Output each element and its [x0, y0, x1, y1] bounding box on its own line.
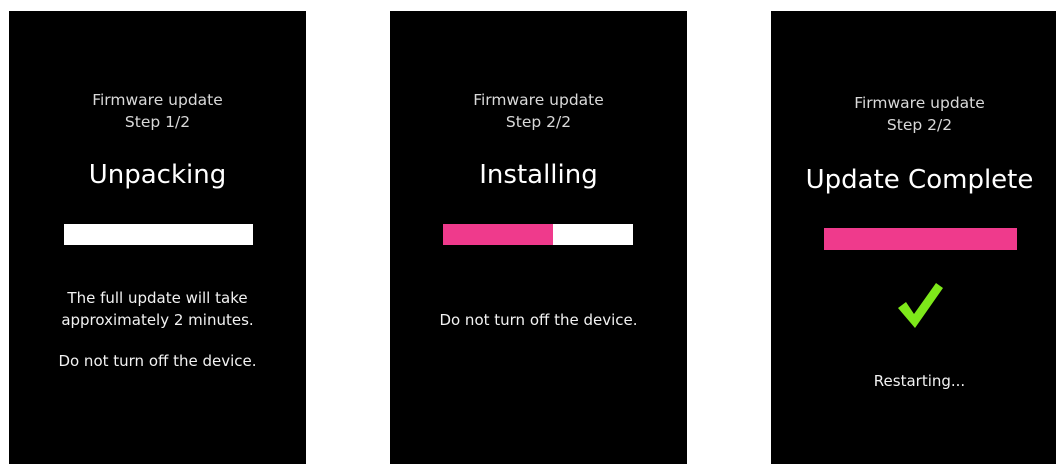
firmware-update-screen-unpacking: Firmware update Step 1/2 Unpacking The f… — [9, 11, 306, 464]
progress-bar — [824, 228, 1017, 250]
progress-bar-fill — [824, 228, 1017, 250]
restarting-message: Restarting... — [873, 372, 966, 390]
firmware-update-screen-complete: Firmware update Step 2/2 Update Complete… — [771, 11, 1056, 464]
firmware-update-title: Firmware update — [92, 91, 223, 109]
firmware-update-title: Firmware update — [854, 94, 985, 112]
screen-header: Firmware update Step 2/2 — [390, 89, 687, 133]
progress-bar — [443, 224, 633, 245]
firmware-update-screen-installing: Firmware update Step 2/2 Installing Do n… — [390, 11, 687, 464]
progress-bar-fill — [443, 224, 554, 245]
status-title: Installing — [479, 160, 598, 190]
duration-message: The full update will take approximately … — [61, 289, 254, 329]
status-title: Unpacking — [88, 160, 227, 190]
step-indicator: Step 1/2 — [124, 113, 191, 131]
progress-bar — [64, 224, 253, 245]
warning-message: Do not turn off the device. — [58, 352, 257, 370]
warning-message: Do not turn off the device. — [439, 311, 638, 329]
step-indicator: Step 2/2 — [505, 113, 572, 131]
status-title: Update Complete — [805, 165, 1034, 195]
checkmark-icon — [898, 283, 943, 328]
firmware-update-title: Firmware update — [473, 91, 604, 109]
screen-header: Firmware update Step 1/2 — [9, 89, 306, 133]
screen-header: Firmware update Step 2/2 — [771, 92, 1056, 136]
step-indicator: Step 2/2 — [886, 116, 953, 134]
